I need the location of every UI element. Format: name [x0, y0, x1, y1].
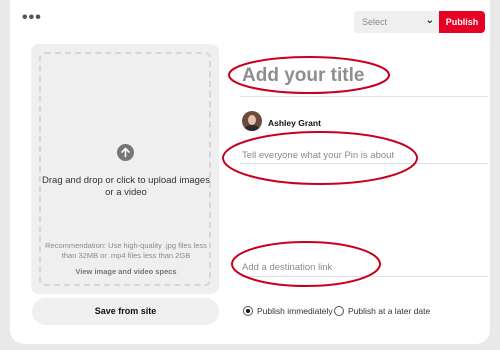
- more-options-button[interactable]: •••: [22, 10, 42, 26]
- save-from-site-button[interactable]: Save from site: [32, 298, 219, 325]
- destination-link-underline: [240, 276, 488, 277]
- upload-instructions: Drag and drop or click to upload images …: [42, 175, 210, 198]
- board-select[interactable]: Select ⌄: [354, 11, 440, 33]
- upload-recommendation: Recommendation: Use high-quality .jpg fi…: [45, 241, 207, 260]
- radio-publish-immediately-label[interactable]: Publish immediately: [257, 306, 333, 316]
- user-name: Ashley Grant: [268, 118, 321, 128]
- chevron-down-icon: ⌄: [425, 15, 434, 26]
- radio-publish-later-label[interactable]: Publish at a later date: [348, 306, 430, 316]
- view-specs-link[interactable]: View image and video specs: [41, 267, 211, 276]
- title-input[interactable]: Add your title: [242, 64, 402, 88]
- title-underline: [240, 96, 488, 97]
- board-select-placeholder: Select: [362, 17, 388, 27]
- avatar: [242, 111, 262, 131]
- destination-link-input[interactable]: Add a destination link: [242, 262, 332, 273]
- description-underline: [240, 163, 488, 164]
- upload-arrow-icon[interactable]: [117, 144, 134, 161]
- radio-publish-later[interactable]: [334, 306, 344, 316]
- radio-publish-immediately[interactable]: [243, 306, 253, 316]
- publish-button[interactable]: Publish: [439, 11, 485, 33]
- description-input[interactable]: Tell everyone what your Pin is about: [242, 150, 394, 161]
